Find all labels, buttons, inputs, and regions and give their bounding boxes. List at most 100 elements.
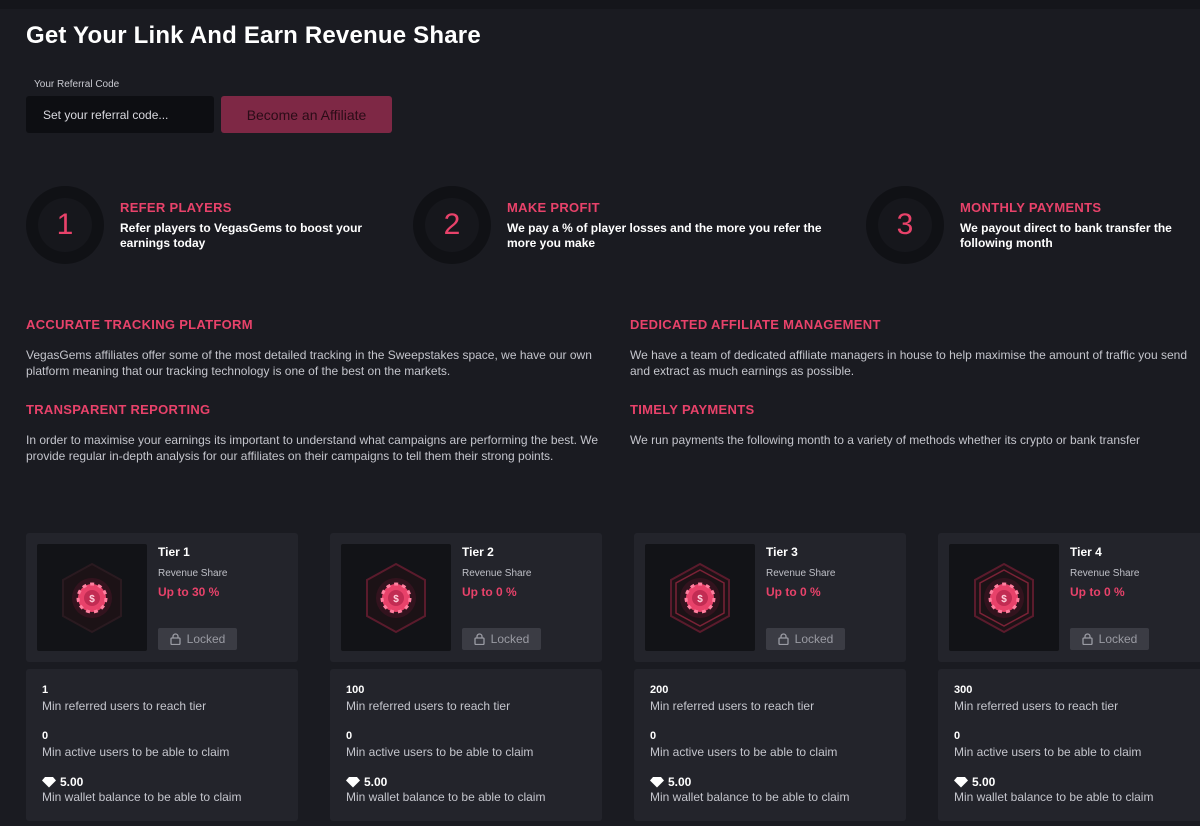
min-balance-label: Min wallet balance to be able to claim bbox=[650, 790, 850, 804]
tier-revenue-label: Revenue Share bbox=[158, 568, 228, 579]
step-number-badge: 2 bbox=[413, 186, 491, 264]
step-text: Refer players to VegasGems to boost your… bbox=[120, 221, 363, 250]
locked-label: Locked bbox=[186, 632, 226, 646]
lock-icon bbox=[473, 633, 485, 645]
chip-badge-icon: $ bbox=[670, 562, 730, 633]
tier-revenue-share: Up to 0 % bbox=[462, 585, 517, 599]
top-bar bbox=[0, 0, 1200, 9]
tier-image: $ bbox=[341, 544, 451, 651]
feature-text-payments: We run payments the following month to a… bbox=[630, 433, 1141, 447]
min-active-value: 0 bbox=[346, 730, 353, 742]
svg-text:$: $ bbox=[89, 594, 95, 605]
locked-badge: Locked bbox=[1070, 628, 1149, 650]
min-referred-label: Min referred users to reach tier bbox=[650, 699, 815, 713]
locked-badge: Locked bbox=[462, 628, 541, 650]
locked-label: Locked bbox=[794, 632, 834, 646]
tier-card: $ Tier 2 Revenue Share Up to 0 % Locked bbox=[330, 533, 602, 662]
feature-title-reporting: TRANSPARENT REPORTING bbox=[26, 402, 211, 417]
min-balance-row: 5.00 bbox=[650, 775, 691, 789]
tier-revenue-share: Up to 30 % bbox=[158, 585, 220, 599]
step-number-badge: 1 bbox=[26, 186, 104, 264]
min-active-value: 0 bbox=[954, 730, 961, 742]
step-monthly-payments: 3 MONTHLY PAYMENTS We payout direct to b… bbox=[866, 186, 1200, 266]
referral-code-input[interactable] bbox=[26, 96, 214, 133]
tier-requirements: 300 Min referred users to reach tier 0 M… bbox=[938, 669, 1200, 821]
tier-revenue-label: Revenue Share bbox=[462, 568, 532, 579]
min-balance-row: 5.00 bbox=[954, 775, 995, 789]
referral-code-label: Your Referral Code bbox=[34, 79, 120, 90]
min-referred-label: Min referred users to reach tier bbox=[954, 699, 1119, 713]
tier-card: $ Tier 3 Revenue Share Up to 0 % Locked bbox=[634, 533, 906, 662]
tier-name: Tier 4 bbox=[1070, 545, 1102, 559]
step-title: MAKE PROFIT bbox=[507, 200, 600, 215]
step-title: MONTHLY PAYMENTS bbox=[960, 200, 1102, 215]
min-referred-value: 300 bbox=[954, 684, 973, 696]
tier-image: $ bbox=[37, 544, 147, 651]
min-balance-value: 5.00 bbox=[668, 775, 692, 789]
tier-revenue-label: Revenue Share bbox=[1070, 568, 1140, 579]
min-active-value: 0 bbox=[650, 730, 657, 742]
min-balance-label: Min wallet balance to be able to claim bbox=[346, 790, 546, 804]
feature-title-payments: TIMELY PAYMENTS bbox=[630, 402, 755, 417]
step-title: REFER PLAYERS bbox=[120, 200, 232, 215]
min-balance-value: 5.00 bbox=[60, 775, 84, 789]
min-balance-value: 5.00 bbox=[972, 775, 996, 789]
tier-requirements: 1 Min referred users to reach tier 0 Min… bbox=[26, 669, 298, 821]
gem-icon bbox=[954, 777, 968, 788]
locked-label: Locked bbox=[1098, 632, 1138, 646]
min-active-label: Min active users to be able to claim bbox=[42, 745, 230, 759]
tier-name: Tier 1 bbox=[158, 545, 190, 559]
min-referred-value: 100 bbox=[346, 684, 365, 696]
feature-text-reporting: In order to maximise your earnings its i… bbox=[26, 433, 599, 463]
feature-title-tracking: ACCURATE TRACKING PLATFORM bbox=[26, 317, 253, 332]
locked-badge: Locked bbox=[158, 628, 237, 650]
svg-text:$: $ bbox=[393, 594, 399, 605]
min-balance-row: 5.00 bbox=[42, 775, 83, 789]
feature-title-management: DEDICATED AFFILIATE MANAGEMENT bbox=[630, 317, 881, 332]
gem-icon bbox=[346, 777, 360, 788]
min-referred-value: 200 bbox=[650, 684, 669, 696]
min-active-value: 0 bbox=[42, 730, 49, 742]
gem-icon bbox=[650, 777, 664, 788]
lock-icon bbox=[1081, 633, 1093, 645]
svg-text:$: $ bbox=[1001, 594, 1007, 605]
chip-badge-icon: $ bbox=[974, 562, 1034, 633]
locked-badge: Locked bbox=[766, 628, 845, 650]
feature-text-management: We have a team of dedicated affiliate ma… bbox=[630, 348, 1187, 378]
become-affiliate-button[interactable]: Become an Affiliate bbox=[221, 96, 392, 133]
svg-text:$: $ bbox=[697, 594, 703, 605]
min-referred-label: Min referred users to reach tier bbox=[42, 699, 207, 713]
step-number-badge: 3 bbox=[866, 186, 944, 264]
step-number: 1 bbox=[38, 198, 92, 252]
chip-badge-icon: $ bbox=[366, 562, 426, 633]
min-active-label: Min active users to be able to claim bbox=[954, 745, 1142, 759]
step-text: We pay a % of player losses and the more… bbox=[507, 221, 822, 250]
tier-revenue-share: Up to 0 % bbox=[1070, 585, 1125, 599]
tier-name: Tier 2 bbox=[462, 545, 494, 559]
step-refer-players: 1 REFER PLAYERS Refer players to VegasGe… bbox=[26, 186, 406, 266]
gem-icon bbox=[42, 777, 56, 788]
min-balance-row: 5.00 bbox=[346, 775, 387, 789]
min-balance-label: Min wallet balance to be able to claim bbox=[954, 790, 1154, 804]
tier-revenue-label: Revenue Share bbox=[766, 568, 836, 579]
page-title: Get Your Link And Earn Revenue Share bbox=[26, 22, 481, 49]
tier-revenue-share: Up to 0 % bbox=[766, 585, 821, 599]
min-active-label: Min active users to be able to claim bbox=[346, 745, 534, 759]
locked-label: Locked bbox=[490, 632, 530, 646]
min-balance-value: 5.00 bbox=[364, 775, 388, 789]
feature-text-tracking: VegasGems affiliates offer some of the m… bbox=[26, 348, 592, 378]
tier-image: $ bbox=[949, 544, 1059, 651]
lock-icon bbox=[169, 633, 181, 645]
tier-card: $ Tier 4 Revenue Share Up to 0 % Locked bbox=[938, 533, 1200, 662]
min-referred-label: Min referred users to reach tier bbox=[346, 699, 511, 713]
min-active-label: Min active users to be able to claim bbox=[650, 745, 838, 759]
tier-requirements: 200 Min referred users to reach tier 0 M… bbox=[634, 669, 906, 821]
step-text: We payout direct to bank transfer the fo… bbox=[960, 221, 1172, 250]
tier-requirements: 100 Min referred users to reach tier 0 M… bbox=[330, 669, 602, 821]
step-number: 3 bbox=[878, 198, 932, 252]
lock-icon bbox=[777, 633, 789, 645]
min-balance-label: Min wallet balance to be able to claim bbox=[42, 790, 242, 804]
step-number: 2 bbox=[425, 198, 479, 252]
tier-image: $ bbox=[645, 544, 755, 651]
min-referred-value: 1 bbox=[42, 684, 49, 696]
